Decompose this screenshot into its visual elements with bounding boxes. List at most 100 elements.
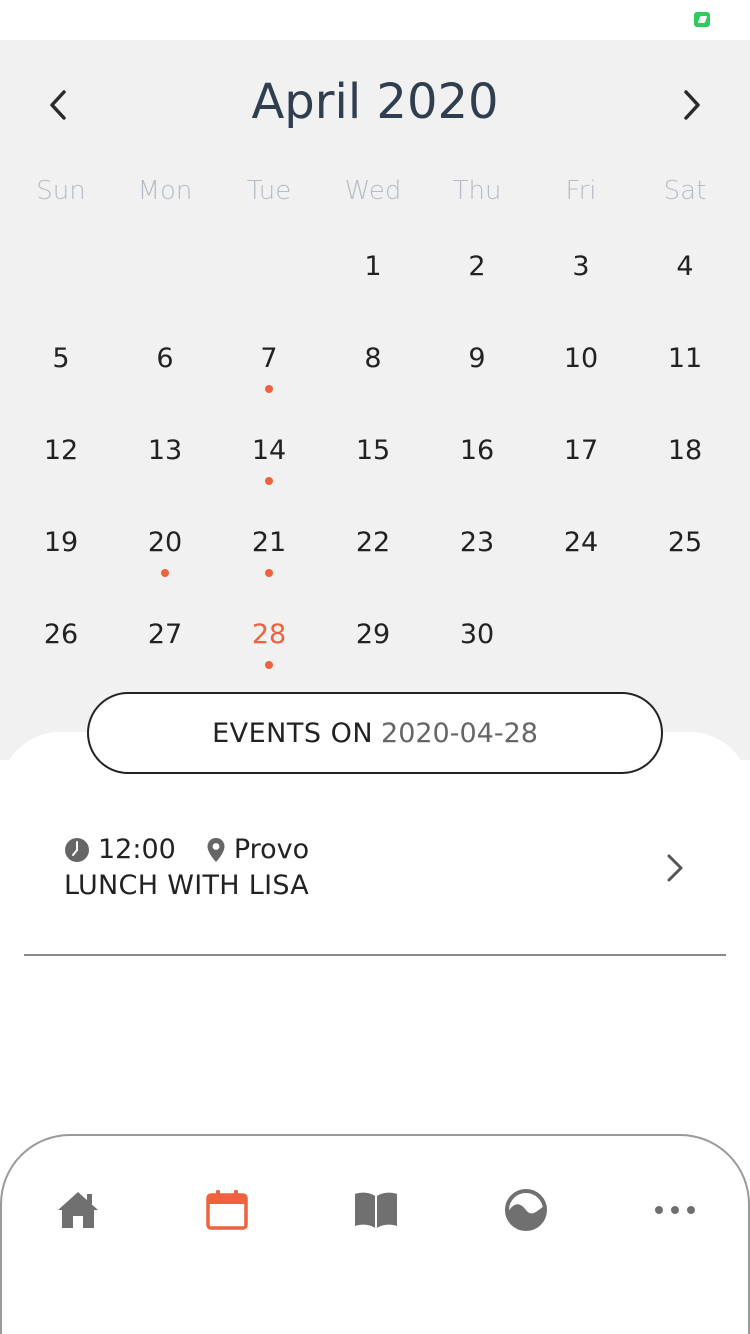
- day-number: 19: [43, 527, 79, 558]
- tab-more[interactable]: [645, 1184, 705, 1236]
- day-number: 2: [468, 251, 486, 282]
- calendar-panel: April 2020 Sun Mon Tue Wed Thu Fri Sat 1234567…: [0, 40, 750, 760]
- events-header: EVENTS ON 2020-04-28: [87, 692, 663, 774]
- calendar-day[interactable]: 4: [633, 247, 737, 327]
- calendar-day[interactable]: 16: [425, 431, 529, 511]
- tab-bar: [0, 1134, 750, 1334]
- events-header-date: 2020-04-28: [381, 717, 538, 749]
- chevron-right-icon: [667, 854, 683, 882]
- calendar-day[interactable]: 18: [633, 431, 737, 511]
- day-number: 7: [260, 343, 278, 374]
- event-location: Provo: [233, 834, 310, 865]
- calendar-day[interactable]: 5: [9, 339, 113, 419]
- weekday-label: Mon: [137, 176, 193, 206]
- previous-month-button[interactable]: [38, 85, 78, 125]
- day-number: 21: [251, 527, 287, 558]
- day-number: 3: [572, 251, 590, 282]
- calendar-day[interactable]: 25: [633, 523, 737, 603]
- day-number: 11: [667, 343, 703, 374]
- clock-icon: [65, 837, 89, 862]
- day-number: 25: [667, 527, 703, 558]
- day-number: 14: [251, 435, 287, 466]
- calendar-day[interactable]: 12: [9, 431, 113, 511]
- calendar-day[interactable]: 14: [217, 431, 321, 511]
- events-header-label: EVENTS ON: [212, 717, 374, 749]
- day-number: 22: [355, 527, 391, 558]
- day-number: 9: [468, 343, 486, 374]
- day-number: 1: [364, 251, 382, 282]
- day-number: 28: [251, 619, 287, 650]
- event-indicator-dot: [265, 477, 273, 485]
- calendar-day[interactable]: 19: [9, 523, 113, 603]
- event-indicator-dot: [161, 569, 169, 577]
- calendar-day[interactable]: 23: [425, 523, 529, 603]
- day-number: 8: [364, 343, 382, 374]
- calendar-day[interactable]: 8: [321, 339, 425, 419]
- calendar-day[interactable]: 22: [321, 523, 425, 603]
- next-month-button[interactable]: [672, 85, 712, 125]
- day-number: 13: [147, 435, 183, 466]
- day-number: 12: [43, 435, 79, 466]
- calendar-day[interactable]: 17: [529, 431, 633, 511]
- day-number: 27: [147, 619, 183, 650]
- calendar-day[interactable]: 30: [425, 615, 529, 695]
- calendar-day[interactable]: 13: [113, 431, 217, 511]
- calendar-icon: [206, 1190, 248, 1230]
- weekday-label: Sat: [663, 176, 707, 206]
- calendar-day[interactable]: 10: [529, 339, 633, 419]
- calendar-day[interactable]: 11: [633, 339, 737, 419]
- day-number: 30: [459, 619, 495, 650]
- weekday-label: Wed: [344, 176, 402, 206]
- location-pin-icon: [207, 837, 225, 862]
- weekday-label: Fri: [565, 176, 597, 206]
- chevron-right-icon: [684, 90, 700, 120]
- calendar-day[interactable]: 26: [9, 615, 113, 695]
- day-number: 15: [355, 435, 391, 466]
- tab-wave[interactable]: [496, 1184, 556, 1236]
- day-number: 5: [52, 343, 70, 374]
- calendar-day[interactable]: 21: [217, 523, 321, 603]
- calendar-day[interactable]: 27: [113, 615, 217, 695]
- day-number: 18: [667, 435, 703, 466]
- month-title: April 2020: [251, 74, 499, 130]
- calendar-day[interactable]: 15: [321, 431, 425, 511]
- event-time: 12:00: [98, 834, 176, 865]
- tab-book[interactable]: [346, 1184, 406, 1236]
- day-number: 29: [355, 619, 391, 650]
- battery-icon: [694, 12, 710, 27]
- calendar-day[interactable]: 1: [321, 247, 425, 327]
- weekday-label: Thu: [452, 176, 502, 206]
- tab-home[interactable]: [48, 1184, 108, 1236]
- event-indicator-dot: [265, 385, 273, 393]
- status-bar: [0, 0, 750, 40]
- wave-icon: [505, 1189, 547, 1231]
- calendar-day[interactable]: 2: [425, 247, 529, 327]
- day-number: 4: [676, 251, 694, 282]
- weekday-label: Sun: [36, 176, 86, 206]
- calendar-day[interactable]: 6: [113, 339, 217, 419]
- day-number: 24: [563, 527, 599, 558]
- calendar-day[interactable]: 29: [321, 615, 425, 695]
- home-icon: [58, 1192, 98, 1228]
- calendar-day[interactable]: 24: [529, 523, 633, 603]
- event-indicator-dot: [265, 569, 273, 577]
- book-icon: [355, 1192, 397, 1228]
- calendar-day[interactable]: 7: [217, 339, 321, 419]
- day-number: 6: [156, 343, 174, 374]
- day-number: 17: [563, 435, 599, 466]
- day-number: 10: [563, 343, 599, 374]
- day-number: 20: [147, 527, 183, 558]
- day-number: 26: [43, 619, 79, 650]
- day-number: 16: [459, 435, 495, 466]
- calendar-day[interactable]: 20: [113, 523, 217, 603]
- event-title: LUNCH WITH LISA: [64, 870, 310, 901]
- event-indicator-dot: [265, 661, 273, 669]
- more-icon: [655, 1206, 695, 1214]
- chevron-left-icon: [50, 90, 66, 120]
- event-item[interactable]: 12:00 Provo LUNCH WITH LISA: [24, 820, 726, 956]
- calendar-day[interactable]: 9: [425, 339, 529, 419]
- weekday-label: Tue: [246, 176, 292, 206]
- tab-calendar[interactable]: [197, 1184, 257, 1236]
- calendar-day[interactable]: 3: [529, 247, 633, 327]
- calendar-day-selected[interactable]: 28: [217, 615, 321, 695]
